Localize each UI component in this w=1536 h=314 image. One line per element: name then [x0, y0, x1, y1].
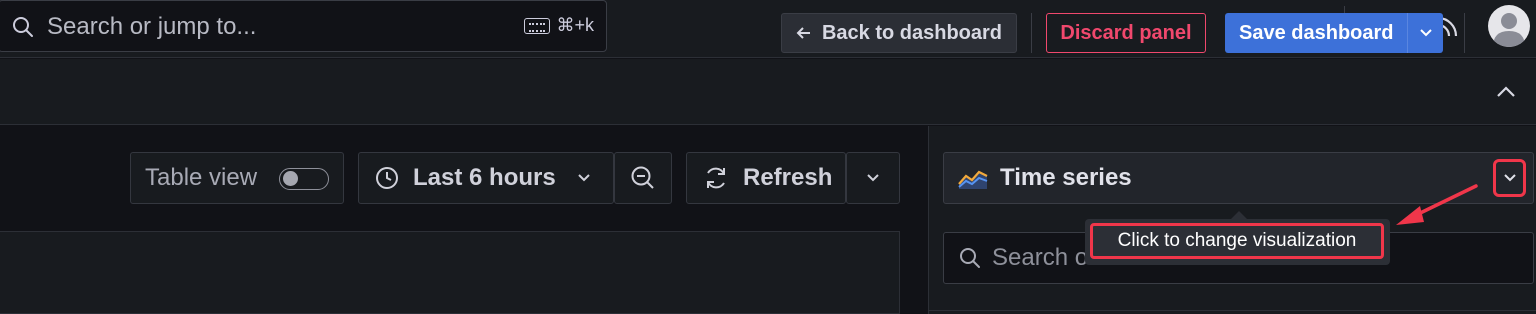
- toggle-knob: [283, 171, 298, 186]
- clock-icon: [376, 167, 398, 189]
- change-visualization-dropdown[interactable]: [1493, 159, 1526, 197]
- search-shortcut-hint: ⌘+k: [524, 15, 594, 36]
- search-icon: [960, 248, 980, 268]
- save-dashboard-button[interactable]: Save dashboard: [1225, 13, 1443, 53]
- save-options-dropdown[interactable]: [1407, 13, 1443, 53]
- refresh-button[interactable]: Refresh: [686, 152, 846, 204]
- user-icon: [1493, 13, 1525, 47]
- divider: [1031, 13, 1032, 53]
- discard-panel-button[interactable]: Discard panel: [1046, 13, 1206, 53]
- keyboard-icon: [524, 17, 551, 34]
- back-to-dashboard-button[interactable]: Back to dashboard: [781, 13, 1017, 53]
- time-range-label: Last 6 hours: [413, 164, 556, 191]
- zoom-out-button[interactable]: [614, 152, 672, 204]
- chevron-down-icon: [867, 174, 879, 182]
- arrow-left-icon: [796, 27, 810, 39]
- divider: [929, 310, 1536, 311]
- time-series-icon: [958, 170, 988, 189]
- time-range-picker[interactable]: Last 6 hours: [358, 152, 614, 204]
- tooltip-text: Click to change visualization: [1117, 230, 1357, 251]
- panel-editor: Search or jump to... ⌘+k Back to dashboa…: [0, 0, 1536, 314]
- refresh-icon: [707, 167, 725, 189]
- search-icon: [11, 15, 35, 44]
- divider: [1464, 13, 1465, 53]
- table-view-toggle[interactable]: Table view: [130, 152, 344, 204]
- shortcut-text: ⌘+k: [556, 15, 594, 35]
- discard-panel-label: Discard panel: [1060, 21, 1192, 44]
- refresh-label: Refresh: [743, 164, 833, 191]
- visualization-label: Time series: [1000, 164, 1132, 191]
- refresh-interval-dropdown[interactable]: [846, 152, 900, 204]
- panel-edit-toolbar: [0, 59, 1536, 125]
- panel-preview: [0, 231, 900, 314]
- chevron-down-icon: [577, 174, 590, 182]
- collapse-toolbar-button[interactable]: [1490, 78, 1522, 106]
- chevron-down-icon: [1419, 29, 1432, 37]
- back-to-dashboard-label: Back to dashboard: [821, 21, 1003, 44]
- visualization-picker[interactable]: Time series: [943, 152, 1534, 204]
- tooltip: Click to change visualization: [1085, 211, 1390, 265]
- search-options-placeholder: Search o: [992, 244, 1089, 271]
- avatar[interactable]: [1488, 5, 1530, 47]
- chevron-up-icon: [1497, 86, 1515, 97]
- search-bar[interactable]: Search or jump to... ⌘+k: [0, 0, 607, 52]
- zoom-out-icon: [631, 166, 654, 189]
- tooltip-highlight: Click to change visualization: [1090, 223, 1384, 259]
- toggle-switch[interactable]: [279, 168, 329, 190]
- chevron-down-icon: [1503, 174, 1516, 182]
- search-placeholder: Search or jump to...: [47, 13, 257, 40]
- save-dashboard-label: Save dashboard: [1239, 21, 1394, 44]
- table-view-label: Table view: [145, 164, 258, 191]
